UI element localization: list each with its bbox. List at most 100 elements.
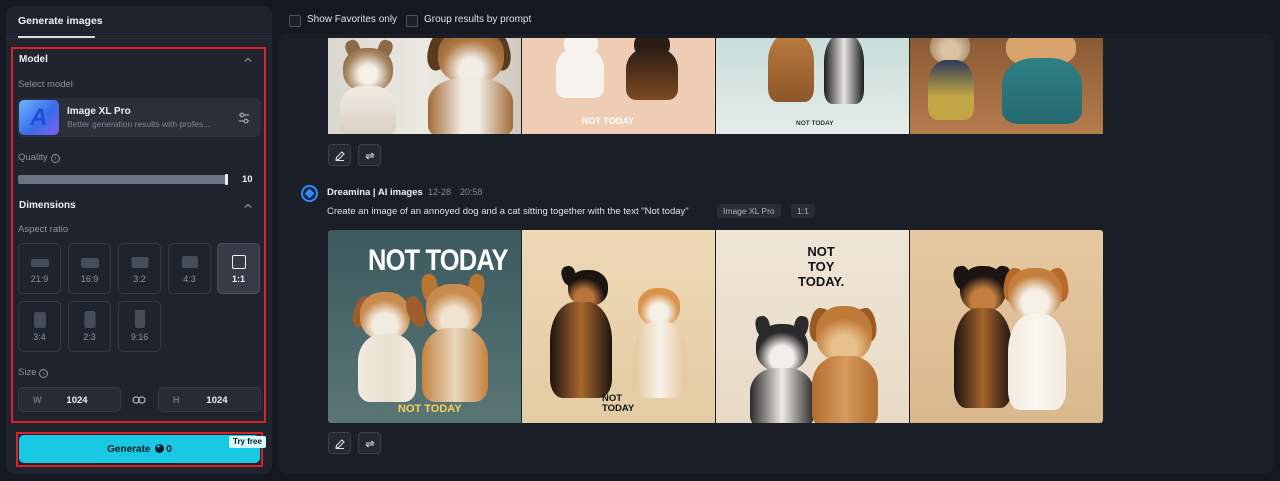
generate-label-text: Generate [107, 444, 151, 455]
dog-body [812, 356, 878, 423]
result-image[interactable]: NOT TOY TODAY. [716, 230, 909, 423]
dog-body [626, 48, 678, 100]
cat-head [638, 288, 680, 326]
result-image[interactable]: NOT TODAY [716, 38, 909, 134]
dog-body [428, 78, 513, 134]
model-tag: Image XL Pro [717, 204, 781, 218]
ratio-21-9[interactable]: 21:9 [18, 243, 61, 294]
dog-body [954, 308, 1012, 408]
edit-button[interactable] [328, 432, 351, 454]
author-name: Dreamina | AI images [327, 187, 423, 198]
generate-label: Generate 0 [19, 442, 260, 455]
dog-head [960, 266, 1006, 312]
show-favorites-label[interactable]: Show Favorites only [307, 14, 397, 25]
sliders-settings-icon[interactable] [237, 111, 251, 125]
ratio-shape [231, 255, 246, 269]
tab-bar: Generate images [6, 6, 272, 39]
pencil-icon [335, 439, 345, 449]
ratio-shape [33, 312, 46, 328]
dog-head [1008, 268, 1062, 318]
ratio-16-9[interactable]: 16:9 [68, 243, 111, 294]
image-caption: NOT TODAY [582, 116, 635, 126]
credit-icon [154, 442, 164, 453]
quality-label-text: Quality [18, 152, 48, 163]
refresh-icon [365, 440, 375, 448]
group-results-label[interactable]: Group results by prompt [424, 14, 531, 25]
left-panel: Generate images Model Select model A Ima… [6, 6, 272, 474]
show-favorites-checkbox[interactable] [289, 15, 301, 27]
ratio-3-4[interactable]: 3:4 [18, 301, 61, 352]
edit-button[interactable] [328, 144, 351, 166]
model-name: Image XL Pro [67, 106, 131, 117]
result-image[interactable]: NOT TODAY NOT TODAY [328, 230, 521, 423]
model-description: Better generation results with profes... [67, 119, 211, 129]
dog-body [1008, 314, 1066, 410]
ratio-9-16[interactable]: 9:16 [118, 301, 161, 352]
height-field[interactable]: H [158, 387, 261, 412]
dog-head [756, 324, 808, 372]
quality-slider-handle[interactable] [225, 174, 228, 185]
model-thumbnail: A [19, 100, 59, 135]
kitten-body [340, 86, 396, 134]
width-prefix: W [33, 395, 42, 405]
quality-value: 10 [242, 174, 253, 185]
pencil-icon [335, 151, 345, 161]
ratio-shape [80, 258, 99, 268]
ratio-shape [30, 259, 49, 267]
info-icon[interactable]: i [39, 369, 49, 378]
dog-body [750, 368, 814, 423]
ratio-label: 2:3 [83, 332, 96, 342]
width-field[interactable]: W [18, 387, 121, 412]
group-results-checkbox[interactable] [406, 15, 418, 27]
generate-button[interactable]: Generate 0 [19, 435, 260, 463]
height-input[interactable] [191, 392, 243, 408]
result-image[interactable]: NOT TODAY [522, 38, 715, 134]
model-logo-icon: A [30, 104, 48, 131]
dreamina-avatar-icon [301, 185, 318, 202]
link-icon[interactable] [132, 394, 146, 406]
generate-credits: 0 [166, 444, 172, 455]
ratio-2-3[interactable]: 2:3 [68, 301, 111, 352]
model-section-title: Model [19, 54, 48, 65]
chevron-up-icon[interactable] [244, 202, 252, 210]
model-selector[interactable]: A Image XL Pro Better generation results… [17, 98, 261, 137]
dog-head [360, 292, 410, 340]
ratio-label: 3:4 [33, 332, 46, 342]
result-image[interactable]: NOT TODAY [522, 230, 715, 423]
dog-body [422, 328, 488, 402]
dog-body [358, 334, 416, 402]
ratio-shape [131, 257, 148, 268]
size-label-text: Size [18, 367, 37, 378]
dog-body [550, 302, 612, 398]
quality-slider-fill [18, 175, 228, 184]
image-title-text: NOT TODAY [368, 244, 509, 277]
quality-slider[interactable] [18, 174, 228, 185]
ratio-1-1[interactable]: 1:1 [217, 243, 260, 294]
result-image[interactable] [328, 38, 521, 134]
tab-active-indicator [18, 36, 95, 38]
height-prefix: H [173, 395, 180, 405]
regenerate-button[interactable] [358, 144, 381, 166]
tab-generate-images[interactable]: Generate images [18, 15, 103, 27]
image-caption: NOT TODAY [796, 120, 834, 127]
cat-body [634, 322, 686, 398]
dog-body [824, 38, 864, 104]
size-label: Size i [18, 367, 49, 378]
dog-sweater [1002, 58, 1082, 124]
dog-head [426, 284, 482, 334]
result-time: 20:58 [460, 187, 483, 197]
ratio-4-3[interactable]: 4:3 [168, 243, 211, 294]
result-image[interactable] [910, 230, 1103, 423]
info-icon[interactable]: i [50, 154, 60, 163]
chevron-up-icon[interactable] [244, 56, 252, 64]
width-input[interactable] [51, 392, 103, 408]
ratio-label: 21:9 [30, 274, 49, 284]
dimensions-section-title: Dimensions [19, 200, 76, 211]
regenerate-button[interactable] [358, 432, 381, 454]
image-title-text: NOT TOY TODAY. [798, 244, 845, 289]
dog-head [816, 306, 872, 362]
try-free-badge: Try free [229, 436, 266, 448]
cat-sweater [928, 60, 974, 120]
result-image[interactable] [910, 38, 1103, 134]
ratio-3-2[interactable]: 3:2 [118, 243, 161, 294]
